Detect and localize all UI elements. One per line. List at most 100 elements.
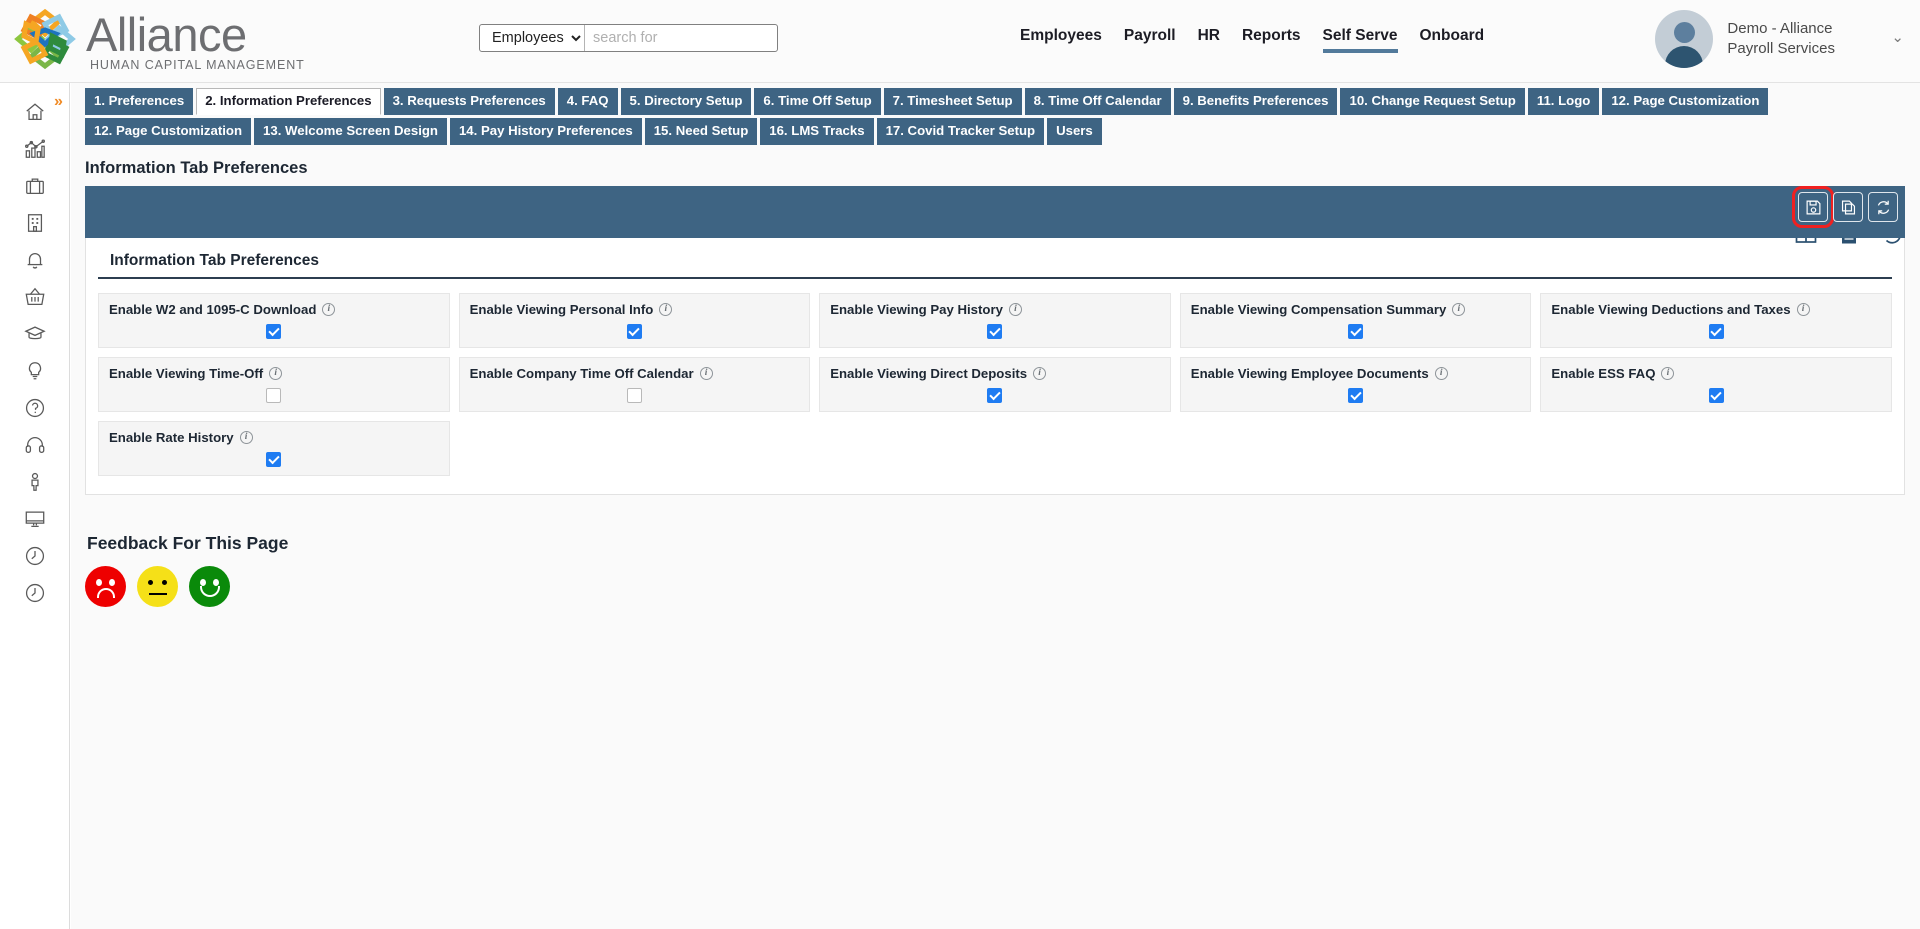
pref-cell-employee-documents: Enable Viewing Employee Documents i: [1179, 357, 1532, 412]
pref-cell-rate-history: Enable Rate History i: [98, 421, 450, 476]
tab-12-page-customization-b[interactable]: 12. Page Customization: [85, 118, 252, 145]
pref-checkbox[interactable]: [987, 324, 1003, 339]
brand-name: Alliance: [86, 8, 247, 61]
pref-cell-ess-faq: Enable ESS FAQ i: [1540, 357, 1892, 412]
sidebar-item-basket[interactable]: [0, 278, 70, 315]
user-menu[interactable]: Demo - Alliance Payroll Services ⌄: [1655, 10, 1904, 68]
sad-face-icon[interactable]: [85, 566, 126, 607]
info-icon[interactable]: i: [1452, 303, 1466, 316]
tab-2-information-preferences[interactable]: 2. Information Preferences: [196, 88, 381, 115]
nav-payroll[interactable]: Payroll: [1124, 27, 1176, 51]
main-content: 1. Preferences 2. Information Preference…: [71, 83, 1920, 929]
refresh-button[interactable]: [1868, 192, 1898, 222]
tab-3-requests-preferences[interactable]: 3. Requests Preferences: [383, 88, 555, 115]
pref-checkbox[interactable]: [1348, 388, 1364, 403]
tab-4-faq[interactable]: 4. FAQ: [557, 88, 618, 115]
pref-checkbox[interactable]: [987, 388, 1003, 403]
main-navigation: Employees Payroll HR Reports Self Serve …: [1020, 27, 1485, 53]
pref-cell-pay-history: Enable Viewing Pay History i: [819, 293, 1171, 348]
pref-checkbox[interactable]: [1708, 388, 1724, 403]
preferences-tab-strip: 1. Preferences 2. Information Preference…: [71, 83, 1911, 145]
info-icon[interactable]: i: [1661, 367, 1675, 380]
brand-logo[interactable]: Alliance HUMAN CAPITAL MANAGEMENT: [8, 4, 305, 74]
pref-label: Enable ESS FAQ: [1551, 366, 1656, 381]
pref-cell-direct-deposits: Enable Viewing Direct Deposits i: [819, 357, 1171, 412]
sidebar-item-help[interactable]: [0, 389, 70, 426]
info-icon[interactable]: i: [1033, 367, 1047, 380]
info-icon[interactable]: i: [1008, 303, 1022, 316]
tab-6-time-off-setup[interactable]: 6. Time Off Setup: [754, 88, 881, 115]
info-icon[interactable]: i: [659, 303, 673, 316]
info-icon[interactable]: i: [1434, 367, 1448, 380]
tab-7-timesheet-setup[interactable]: 7. Timesheet Setup: [883, 88, 1022, 115]
nav-hr[interactable]: HR: [1198, 27, 1220, 51]
tab-12-page-customization-a[interactable]: 12. Page Customization: [1602, 88, 1769, 115]
user-name: Demo - Alliance Payroll Services: [1727, 20, 1835, 57]
copy-button[interactable]: [1833, 192, 1863, 222]
save-button[interactable]: [1792, 186, 1834, 228]
tab-16-lms-tracks[interactable]: 16. LMS Tracks: [760, 118, 874, 145]
tab-1-preferences[interactable]: 1. Preferences: [85, 88, 194, 115]
tab-14-pay-history-preferences[interactable]: 14. Pay History Preferences: [449, 118, 642, 145]
alliance-star-logo-icon: [8, 4, 82, 74]
sidebar-item-learning[interactable]: [0, 315, 70, 352]
tab-9-benefits-preferences[interactable]: 9. Benefits Preferences: [1173, 88, 1338, 115]
sidebar-item-support[interactable]: [0, 426, 70, 463]
sidebar-item-company[interactable]: [0, 204, 70, 241]
nav-employees[interactable]: Employees: [1020, 27, 1102, 51]
pref-checkbox[interactable]: [1708, 324, 1724, 339]
tab-10-change-request-setup[interactable]: 10. Change Request Setup: [1340, 88, 1525, 115]
happy-face-icon[interactable]: [189, 566, 230, 607]
info-icon[interactable]: i: [269, 367, 283, 380]
pref-checkbox[interactable]: [266, 324, 282, 339]
preferences-panel: Information Tab Preferences Enable W2 an…: [85, 238, 1905, 495]
neutral-face-icon[interactable]: [137, 566, 178, 607]
search-scope-select[interactable]: Employees: [480, 25, 585, 51]
nav-onboard[interactable]: Onboard: [1420, 27, 1485, 51]
pref-label: Enable W2 and 1095-C Download: [109, 302, 317, 317]
sidebar-item-analytics[interactable]: [0, 130, 70, 167]
sidebar-item-clock-1[interactable]: [0, 537, 70, 574]
info-icon[interactable]: i: [239, 431, 253, 444]
sidebar-item-person[interactable]: [0, 463, 70, 500]
pref-checkbox[interactable]: [266, 388, 282, 403]
sidebar-item-ideas[interactable]: [0, 352, 70, 389]
sidebar-item-notifications[interactable]: [0, 241, 70, 278]
feedback-section: Feedback For This Page: [85, 533, 1920, 607]
pref-label: Enable Viewing Personal Info: [469, 302, 654, 317]
pref-label: Enable Viewing Time-Off: [109, 366, 264, 381]
page-title: Information Tab Preferences: [85, 159, 308, 177]
tab-17-covid-tracker-setup[interactable]: 17. Covid Tracker Setup: [876, 118, 1045, 145]
search-input[interactable]: [585, 25, 777, 51]
tab-13-welcome-screen-design[interactable]: 13. Welcome Screen Design: [254, 118, 447, 145]
pref-checkbox[interactable]: [626, 388, 642, 403]
info-icon[interactable]: i: [322, 303, 336, 316]
chevron-down-icon[interactable]: ⌄: [1891, 28, 1904, 50]
pref-label: Enable Rate History: [109, 430, 234, 445]
pref-checkbox[interactable]: [626, 324, 642, 339]
sidebar-item-briefcase[interactable]: [0, 167, 70, 204]
tab-8-time-off-calendar[interactable]: 8. Time Off Calendar: [1024, 88, 1171, 115]
left-sidebar: »: [0, 83, 70, 929]
pref-label: Enable Company Time Off Calendar: [469, 366, 694, 381]
nav-reports[interactable]: Reports: [1242, 27, 1301, 51]
sidebar-item-clock-2[interactable]: [0, 574, 70, 611]
pref-label: Enable Viewing Direct Deposits: [830, 366, 1028, 381]
tab-15-need-setup[interactable]: 15. Need Setup: [644, 118, 758, 145]
app-header: Alliance HUMAN CAPITAL MANAGEMENT Employ…: [0, 0, 1920, 83]
sidebar-item-monitor[interactable]: [0, 500, 70, 537]
tab-5-directory-setup[interactable]: 5. Directory Setup: [620, 88, 752, 115]
pref-cell-w2-1095c: Enable W2 and 1095-C Download i: [98, 293, 450, 348]
brand-tagline: HUMAN CAPITAL MANAGEMENT: [90, 58, 305, 72]
pref-label: Enable Viewing Compensation Summary: [1190, 302, 1447, 317]
nav-self-serve[interactable]: Self Serve: [1322, 27, 1398, 53]
tab-users[interactable]: Users: [1047, 118, 1102, 145]
info-icon[interactable]: i: [699, 367, 713, 380]
double-chevron-right-icon[interactable]: »: [54, 93, 63, 111]
tab-11-logo[interactable]: 11. Logo: [1527, 88, 1600, 115]
pref-checkbox[interactable]: [1348, 324, 1364, 339]
pref-checkbox[interactable]: [266, 452, 282, 467]
info-icon[interactable]: i: [1796, 303, 1810, 316]
panel-header: Information Tab Preferences: [98, 252, 1892, 279]
pref-label: Enable Viewing Employee Documents: [1190, 366, 1429, 381]
